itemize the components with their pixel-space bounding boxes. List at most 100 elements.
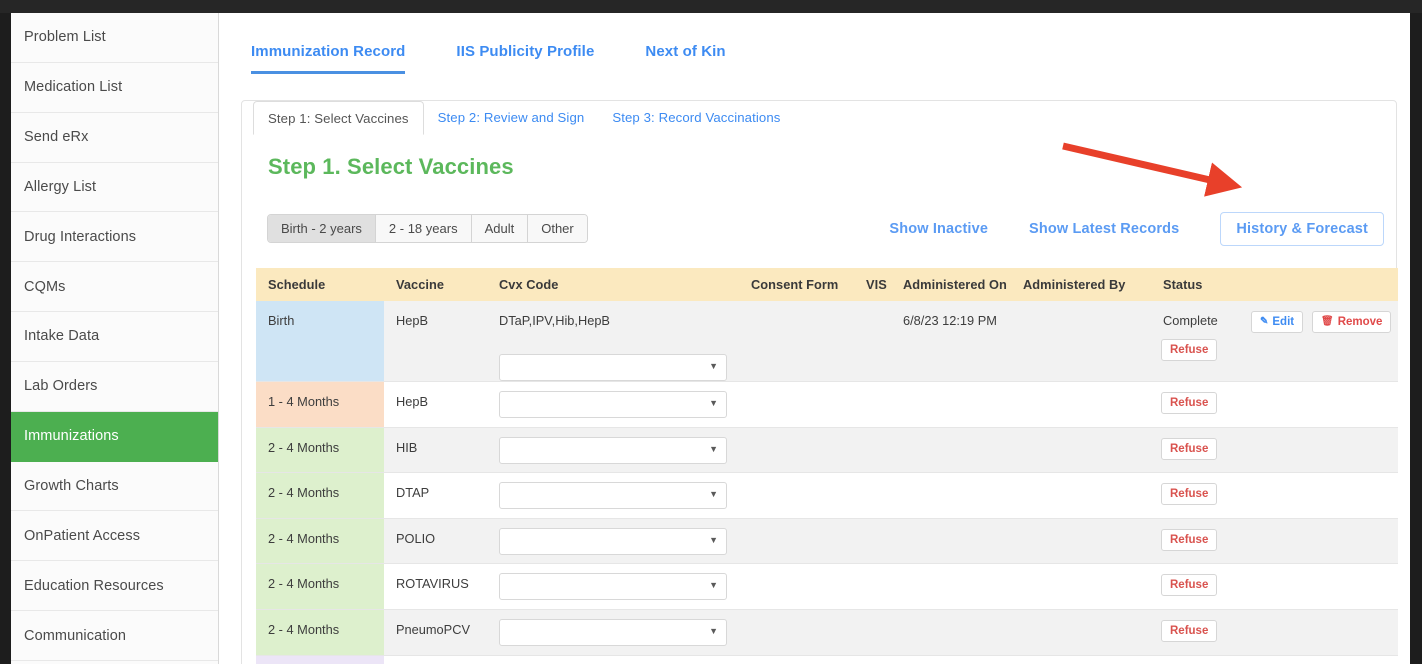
cvx-code-select[interactable] [499,527,727,555]
cell-status: Refuse [1151,427,1398,474]
cell-consent-form [739,609,854,656]
step-tab-3[interactable]: Step 3: Record Vaccinations [598,101,794,134]
show-latest-records-link[interactable]: Show Latest Records [1029,221,1179,237]
cell-status: Refuse [1151,518,1398,565]
schedule-label: 2 - 4 Months [268,621,340,637]
refuse-button[interactable]: Refuse [1161,528,1218,551]
topnav-tab-iis-publicity-profile[interactable]: IIS Publicity Profile [456,43,594,71]
cvx-code-select[interactable] [499,436,727,464]
cell-vaccine: HIB [384,427,487,474]
sidebar-item-communication[interactable]: Communication [11,611,218,661]
sidebar-item-problem-list[interactable]: Problem List [11,13,218,63]
sidebar-item-immunizations[interactable]: Immunizations [11,411,218,462]
step-tab-2[interactable]: Step 2: Review and Sign [424,101,599,134]
cell-administered-on: 6/8/23 12:19 PM [891,301,1011,382]
refuse-button[interactable]: Refuse [1161,574,1218,597]
cell-administered-on [891,427,1011,474]
consent-form-value [751,301,854,313]
cell-administered-by [1011,518,1151,565]
edit-button[interactable]: ✎ Edit [1251,311,1304,333]
app-page: Problem List Medication List Send eRx Aller… [11,13,1410,664]
sidebar-item-label: Problem List [24,29,106,46]
age-filter-other[interactable]: Other [528,215,587,242]
cell-administered-by [1011,427,1151,474]
cell-administered-by [1011,472,1151,519]
sidebar-item-lab-orders[interactable]: Lab Orders [11,362,218,412]
cell-cvx-code: ▼ [487,381,739,428]
cell-consent-form [739,381,854,428]
vaccine-name [396,656,487,664]
table-row: 2 - 4 Months PneumoPCV ▼ Refuse [256,609,1398,656]
edit-button-label: Edit [1272,316,1295,328]
sidebar-item-growth-charts[interactable]: Growth Charts [11,462,218,512]
table-row: Birth HepB DTaP,IPV,Hib,HepB ▼ 6/8/23 12:19 … [256,301,1398,382]
schedule-label: 1 - 4 Months [268,394,340,409]
sidebar-item-label: OnPatient Access [24,527,141,544]
vis-value [866,382,891,394]
cell-schedule: 2 - 4 Months [256,427,384,474]
consent-form-value [751,610,854,622]
col-header-consent-form: Consent Form [739,268,854,301]
col-header-administered-by: Administered By [1011,268,1151,301]
cell-vaccine [384,655,487,664]
consent-form-value [751,473,854,485]
select-vaccines-card: Step 1: Select Vaccines Step 2: Review an… [241,100,1398,664]
cell-status: Refuse [1151,381,1398,428]
refuse-button[interactable]: Refuse [1161,437,1218,460]
age-filter-adult[interactable]: Adult [471,215,529,242]
cell-schedule: 2 - 4 Months [256,518,384,565]
table-header-row: Schedule Vaccine Cvx Code Consent Form VIS Ad… [256,268,1398,301]
vaccine-name: POLIO [396,530,436,546]
cell-consent-form [739,518,854,565]
age-filter-2-18-years[interactable]: 2 - 18 years [375,215,472,242]
cell-consent-form [739,427,854,474]
cell-vis [854,518,891,565]
refuse-button[interactable]: Refuse [1161,483,1218,506]
vaccine-name: PneumoPCV [396,621,470,637]
sidebar-item-education-resources[interactable]: Education Resources [11,561,218,612]
consent-form-value [751,656,854,664]
trash-icon: 🗑 [1321,316,1334,327]
show-inactive-link[interactable]: Show Inactive [889,221,988,237]
topnav-tab-immunization-record[interactable]: Immunization Record [251,43,406,74]
sidebar-item-send-erx[interactable]: Send eRx [11,113,218,163]
sidebar-item-label: Allergy List [24,178,97,195]
sidebar-item-allergy-list[interactable]: Allergy List [11,163,218,213]
sidebar-item-intake-data[interactable]: Intake Data [11,312,218,362]
vaccine-table-scroll[interactable]: Schedule Vaccine Cvx Code Consent Form VIS Ad… [256,268,1398,664]
administered-by-value [1023,564,1151,576]
sidebar-item-label: Growth Charts [24,478,119,495]
cell-vis [854,427,891,474]
table-row: 2 - 4 Months POLIO ▼ Refuse [256,518,1398,565]
step-tab-1[interactable]: Step 1: Select Vaccines [253,101,424,135]
history-and-forecast-button[interactable]: History & Forecast [1220,212,1384,246]
refuse-button[interactable]: Refuse [1161,619,1218,642]
cell-schedule: 2 - 4 Months [256,472,384,519]
sidebar-item-drug-interactions[interactable]: Drug Interactions [11,212,218,263]
cell-administered-by [1011,655,1151,664]
refuse-button[interactable]: Refuse [1161,339,1218,361]
vis-value [866,564,891,576]
administered-on-value: 6/8/23 12:19 PM [903,313,997,328]
schedule-label: 2 - 4 Months [268,576,340,592]
cell-cvx-code: ▼ [487,655,739,664]
sidebar-item-onpatient-access[interactable]: OnPatient Access [11,511,218,562]
sidebar-item-cqms[interactable]: CQMs [11,262,218,313]
cell-vis [854,655,891,664]
cvx-code-select[interactable] [499,573,727,601]
age-filter-birth-2-years[interactable]: Birth - 2 years [268,215,376,242]
cvx-code-select[interactable] [499,354,727,381]
table-row: 2 - 4 Months DTAP ▼ Refuse [256,472,1398,519]
remove-button[interactable]: 🗑 Remove [1312,311,1392,333]
topnav-tab-next-of-kin[interactable]: Next of Kin [645,43,725,71]
cvx-code-text: DTaP,IPV,Hib,HepB [499,313,610,328]
sidebar-item-medication-list[interactable]: Medication List [11,63,218,113]
refuse-button[interactable]: Refuse [1161,392,1218,414]
cvx-code-select[interactable] [499,482,727,510]
cell-cvx-code: DTaP,IPV,Hib,HepB ▼ [487,301,739,382]
cvx-code-select[interactable] [499,618,727,646]
cell-consent-form [739,563,854,610]
cell-vis [854,381,891,428]
cell-administered-on [891,609,1011,656]
cvx-code-select[interactable] [499,391,727,418]
